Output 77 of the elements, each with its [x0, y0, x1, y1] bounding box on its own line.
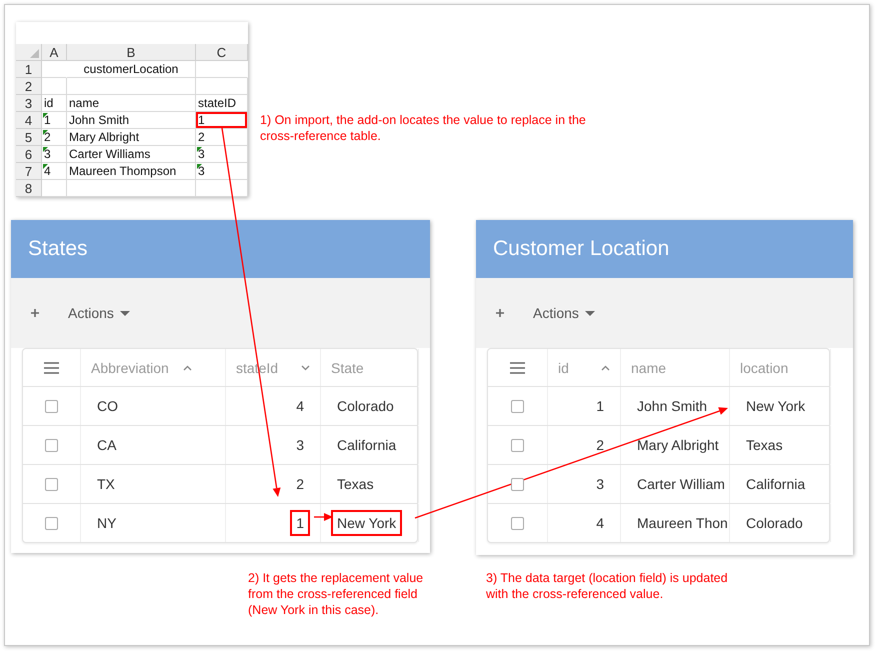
annotation-text: 2) It gets the replacement value from the cross-referenced field (New York in this case). — [248, 570, 424, 618]
table-cell-text: Texas — [336, 475, 375, 494]
sheet-cell: Carter Williams — [67, 146, 196, 163]
add-button[interactable] — [493, 306, 507, 320]
table-cell-text: 2 — [295, 475, 305, 494]
table-cell-text: California — [745, 475, 806, 494]
table-cell-text: 2 — [595, 436, 605, 455]
row-number[interactable]: 3 — [16, 95, 42, 112]
sheet-cell: 4 — [42, 163, 67, 180]
row-checkbox[interactable] — [45, 516, 58, 530]
table-cell-text: New York — [745, 397, 806, 416]
row-number[interactable]: 4 — [16, 112, 42, 129]
column-letter[interactable]: A — [42, 44, 67, 61]
table-cell-text: 3 — [295, 436, 305, 455]
actions-button[interactable]: Actions — [66, 303, 132, 323]
row-number[interactable]: 5 — [16, 129, 42, 146]
row-number[interactable]: 2 — [16, 78, 42, 95]
sheet-cell: Maureen Thompson — [67, 163, 196, 180]
select-all-icon[interactable] — [30, 49, 39, 58]
row-checkbox[interactable] — [45, 400, 58, 412]
row-checkbox[interactable] — [45, 478, 58, 490]
menu-icon[interactable] — [44, 362, 59, 374]
caret-icon — [120, 310, 130, 316]
column-letter[interactable]: C — [196, 44, 248, 61]
column-letter[interactable]: B — [67, 44, 196, 61]
table-cell: 1 — [290, 510, 310, 536]
sheet-cell: stateID — [196, 95, 248, 112]
table-cell-text: 3 — [595, 475, 605, 494]
sheet-cell: id — [42, 95, 67, 112]
sheet-cell: customerLocation — [67, 61, 196, 78]
row-checkbox[interactable] — [511, 516, 524, 530]
caret-icon — [584, 310, 595, 316]
add-button[interactable] — [28, 306, 42, 320]
table-cell-text: 4 — [595, 514, 605, 533]
table-cell-text: NY — [96, 514, 118, 533]
sheet-cell: 2 — [42, 129, 67, 146]
sheet-cell: name — [67, 95, 196, 112]
sort-ascending-icon[interactable] — [182, 364, 192, 370]
table-cell-text: CA — [96, 436, 118, 455]
annotation-text: 1) On import, the add-on locates the value to replace in the cross-reference table. — [260, 112, 587, 144]
menu-icon[interactable] — [510, 362, 525, 374]
table-cell-text: TX — [96, 475, 116, 494]
row-number[interactable]: 7 — [16, 163, 42, 180]
table-cell-text: Texas — [745, 436, 784, 455]
panel-title: Customer Location — [493, 237, 670, 261]
callout-arrow — [314, 513, 333, 521]
sort-ascending-icon[interactable] — [601, 364, 610, 370]
table-cell-text: Colorado — [745, 514, 804, 533]
table-cell-text: Mary Albright — [636, 436, 720, 455]
table-cell-text: John Smith — [636, 397, 708, 416]
sort-descending-icon[interactable] — [301, 364, 310, 370]
table-cell-text: Colorado — [336, 397, 395, 416]
table-cell: New York — [331, 510, 402, 536]
row-number[interactable]: 8 — [16, 180, 42, 197]
row-checkbox[interactable] — [511, 400, 524, 412]
sheet-cell: 2 — [196, 129, 248, 146]
sheet-cell: 3 — [196, 163, 248, 180]
table-cell-text: Maureen Thon — [636, 514, 729, 533]
row-checkbox[interactable] — [45, 438, 58, 452]
panel-title: States — [28, 237, 88, 261]
sheet-cell: 3 — [196, 146, 248, 163]
sheet-cell: 1 — [196, 112, 248, 129]
row-number[interactable]: 6 — [16, 146, 42, 163]
actions-button[interactable]: Actions — [531, 303, 597, 323]
row-checkbox[interactable] — [511, 478, 524, 490]
sheet-cell: 3 — [42, 146, 67, 163]
sheet-cell: 1 — [42, 112, 67, 129]
annotation-text: 3) The data target (location field) is updated with the cross-referenced value. — [486, 570, 729, 602]
table-cell-text: California — [336, 436, 398, 455]
table-cell-text: CO — [96, 397, 119, 416]
row-number[interactable]: 1 — [16, 61, 42, 78]
table-cell-text: 1 — [595, 397, 605, 416]
table-cell-text: Carter William — [636, 475, 726, 494]
row-checkbox[interactable] — [511, 438, 524, 452]
sheet-cell: Mary Albright — [67, 129, 196, 146]
sheet-cell: John Smith — [67, 112, 196, 129]
table-cell-text: 4 — [295, 397, 305, 416]
